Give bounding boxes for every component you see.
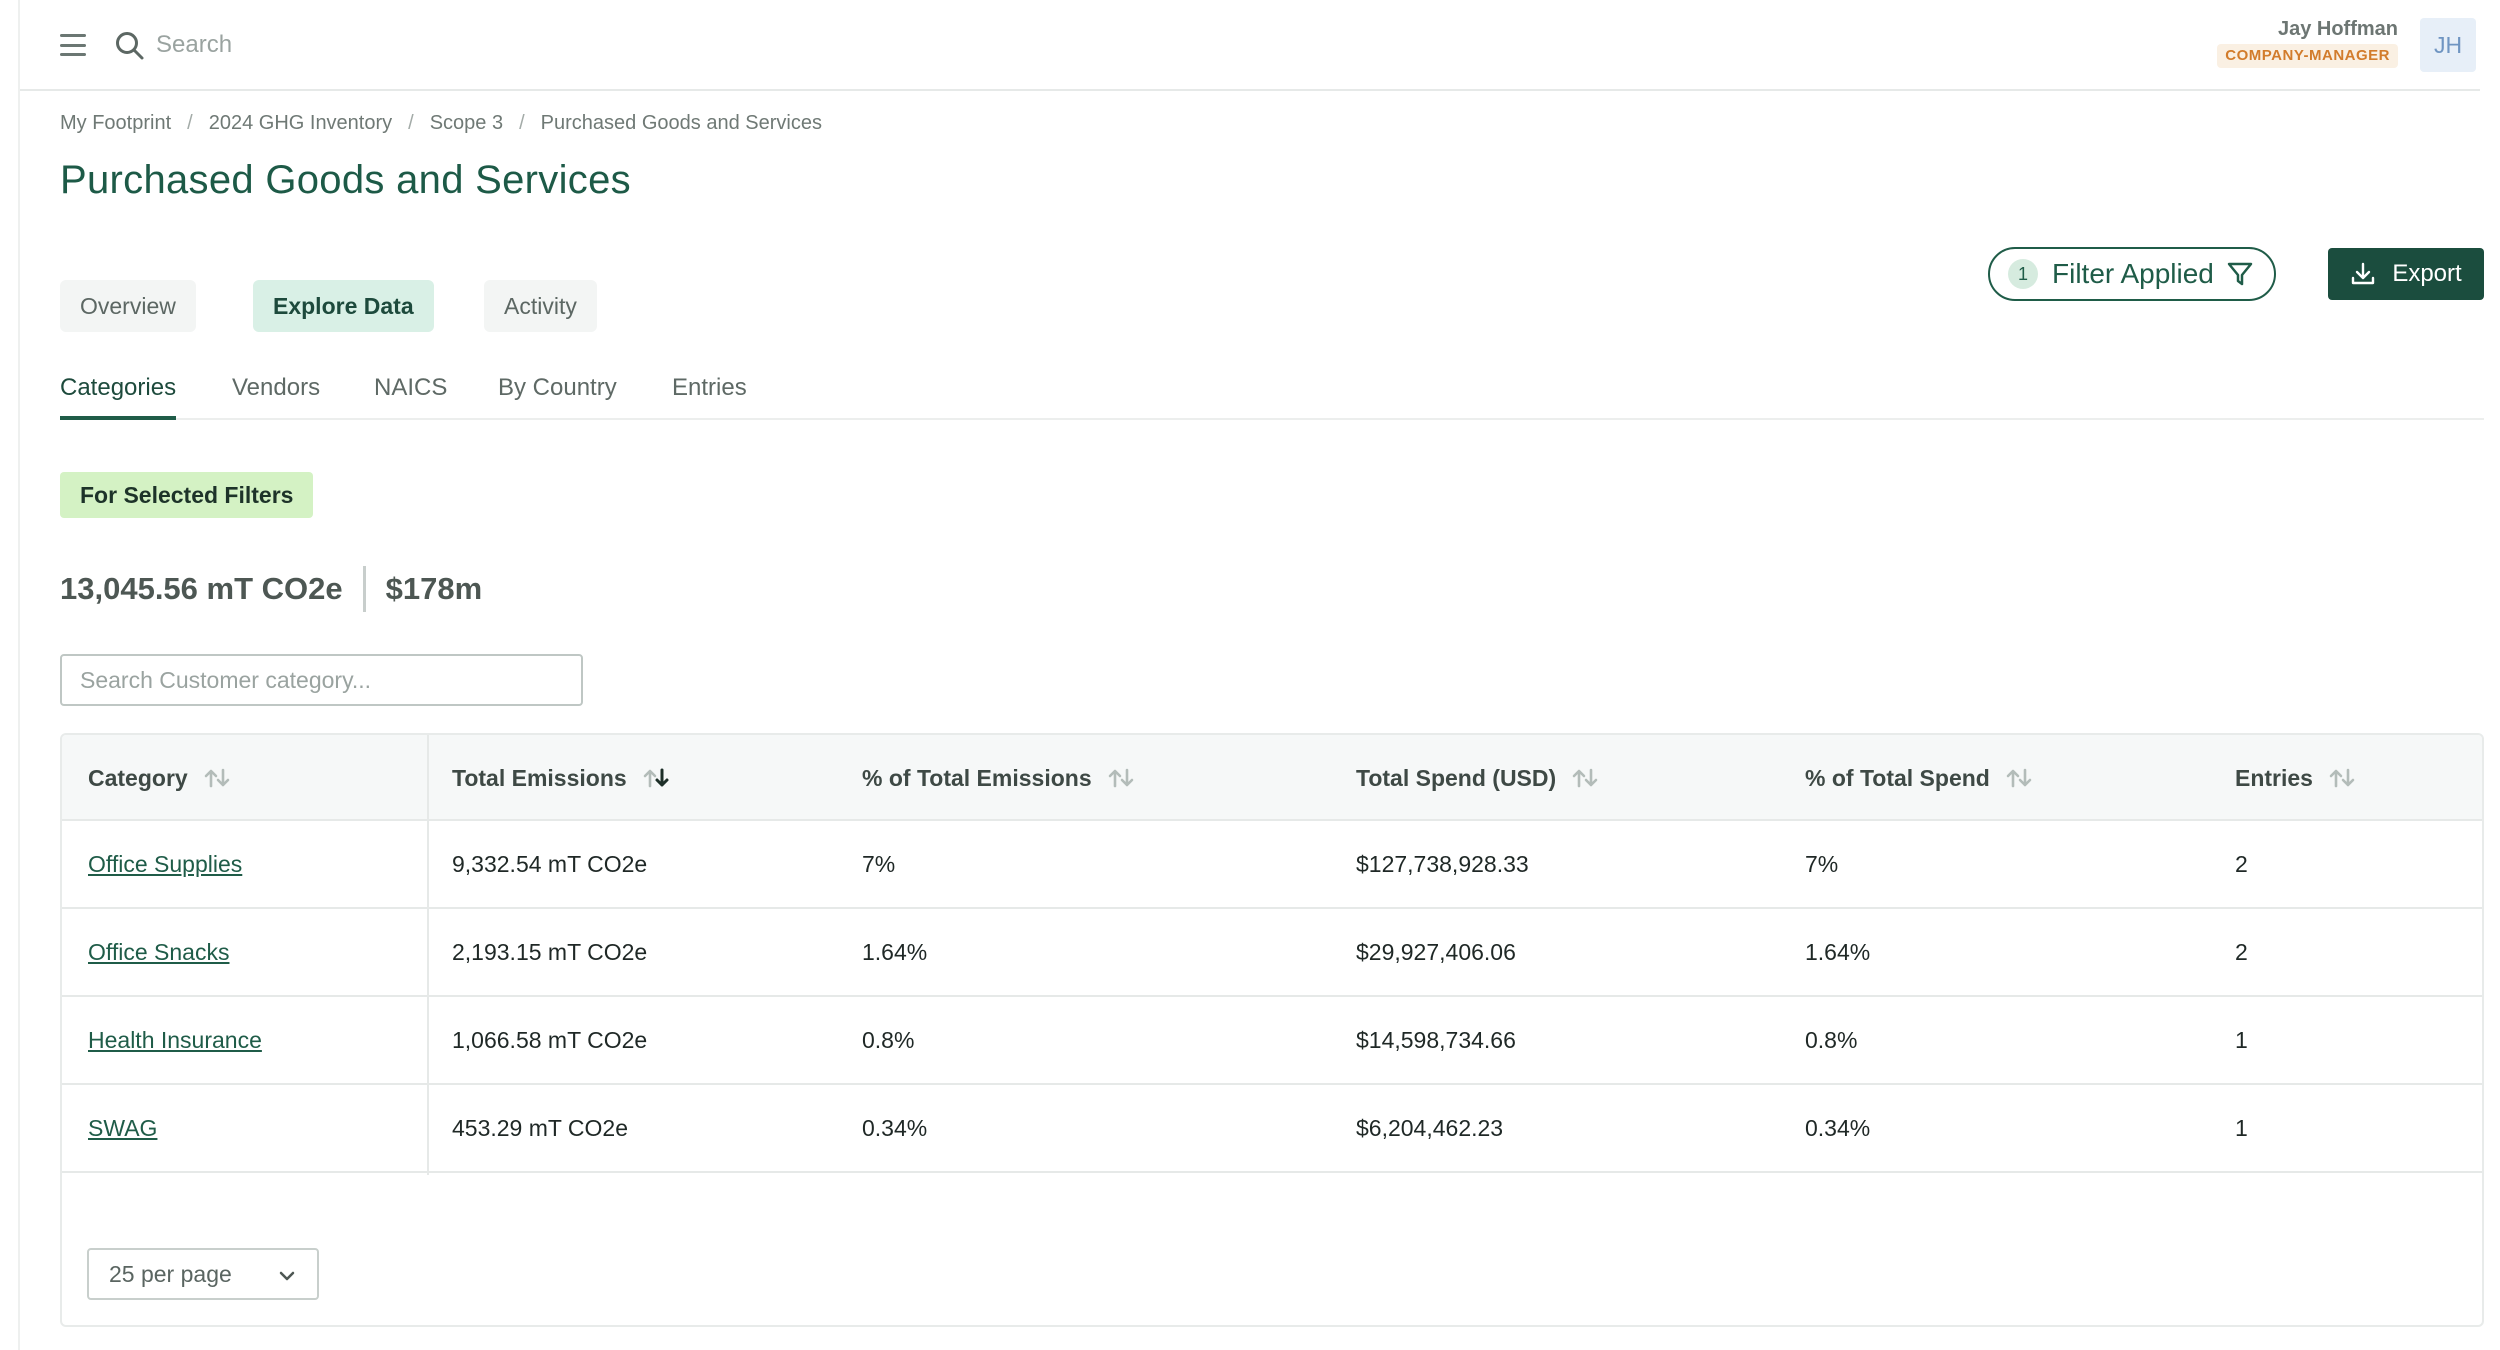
subtab-naics[interactable]: NAICS bbox=[374, 370, 447, 420]
per-page-value: 25 per page bbox=[109, 1260, 232, 1287]
pct-spend-cell: 7% bbox=[1805, 850, 1839, 877]
column-label: Category bbox=[88, 764, 188, 791]
entries-cell: 2 bbox=[2235, 850, 2248, 877]
pct-spend-cell: 0.8% bbox=[1805, 1026, 1858, 1053]
pct-emissions-cell: 0.8% bbox=[862, 1026, 915, 1053]
subtab-entries[interactable]: Entries bbox=[672, 370, 747, 420]
column-header-pct-emissions[interactable]: % of Total Emissions bbox=[862, 735, 1136, 821]
hamburger-icon[interactable] bbox=[60, 34, 86, 56]
user-info[interactable]: Jay Hoffman COMPANY-MANAGER bbox=[2217, 16, 2398, 68]
breadcrumb: My Footprint / 2024 GHG Inventory / Scop… bbox=[60, 112, 822, 135]
export-label: Export bbox=[2392, 260, 2462, 287]
sort-descending-icon[interactable] bbox=[641, 767, 671, 789]
column-header-total-emissions[interactable]: Total Emissions bbox=[452, 735, 671, 821]
pct-spend-cell: 1.64% bbox=[1805, 938, 1871, 965]
category-search-input[interactable] bbox=[60, 654, 583, 706]
total-emissions-cell: 1,066.58 mT CO2e bbox=[452, 1026, 648, 1053]
total-emissions-cell: 9,332.54 mT CO2e bbox=[452, 850, 648, 877]
top-bar: Search Jay Hoffman COMPANY-MANAGER JH bbox=[20, 0, 2480, 91]
pct-emissions-cell: 7% bbox=[862, 850, 896, 877]
summary-divider bbox=[362, 566, 366, 612]
tab-activity[interactable]: Activity bbox=[484, 280, 597, 332]
sub-tab-bar: Categories Vendors NAICS By Country Entr… bbox=[60, 370, 2484, 420]
table-row: SWAG 453.29 mT CO2e 0.34% $6,204,462.23 … bbox=[62, 1085, 2482, 1173]
total-spend-cell: $6,204,462.23 bbox=[1356, 1114, 1504, 1141]
download-icon bbox=[2352, 262, 2375, 285]
total-spend-cell: $14,598,734.66 bbox=[1356, 1026, 1516, 1053]
column-label: % of Total Emissions bbox=[862, 764, 1092, 791]
pct-spend-cell: 0.34% bbox=[1805, 1114, 1871, 1141]
global-search-input[interactable]: Search bbox=[156, 29, 232, 61]
breadcrumb-item-ghg-inventory[interactable]: 2024 GHG Inventory bbox=[209, 112, 392, 135]
tab-explore-data[interactable]: Explore Data bbox=[253, 280, 434, 332]
column-label: Total Spend (USD) bbox=[1356, 764, 1557, 791]
table-row: Office Supplies 9,332.54 mT CO2e 7% $127… bbox=[62, 821, 2482, 909]
column-header-entries[interactable]: Entries bbox=[2235, 735, 2357, 821]
table-header: Category Total Emissions % of Total Emis… bbox=[62, 735, 2482, 821]
table-row: Health Insurance 1,066.58 mT CO2e 0.8% $… bbox=[62, 997, 2482, 1085]
categories-table: Category Total Emissions % of Total Emis… bbox=[60, 733, 2484, 1327]
entries-cell: 1 bbox=[2235, 1114, 2248, 1141]
selected-filters-badge: For Selected Filters bbox=[60, 472, 314, 518]
sidebar-edge bbox=[18, 0, 20, 1350]
table-row: Office Snacks 2,193.15 mT CO2e 1.64% $29… bbox=[62, 909, 2482, 997]
category-link[interactable]: Office Snacks bbox=[88, 909, 229, 995]
category-link[interactable]: Office Supplies bbox=[88, 821, 242, 907]
column-label: Entries bbox=[2235, 764, 2313, 791]
page-title: Purchased Goods and Services bbox=[60, 158, 631, 202]
sort-arrows-icon[interactable] bbox=[202, 767, 232, 789]
breadcrumb-separator: / bbox=[187, 112, 193, 134]
summary-totals: 13,045.56 mT CO2e $178m bbox=[60, 566, 482, 612]
total-spend-cell: $29,927,406.06 bbox=[1356, 938, 1516, 965]
total-emissions-value: 13,045.56 mT CO2e bbox=[60, 571, 343, 606]
chevron-down-icon bbox=[279, 1271, 295, 1281]
column-label: Total Emissions bbox=[452, 764, 627, 791]
breadcrumb-item-scope-3[interactable]: Scope 3 bbox=[430, 112, 503, 135]
per-page-select[interactable]: 25 per page bbox=[87, 1248, 319, 1300]
subtab-by-country[interactable]: By Country bbox=[498, 370, 617, 420]
column-header-category[interactable]: Category bbox=[88, 735, 232, 821]
total-spend-value: $178m bbox=[385, 571, 483, 606]
pct-emissions-cell: 1.64% bbox=[862, 938, 928, 965]
column-label: % of Total Spend bbox=[1805, 764, 1990, 791]
search-icon[interactable] bbox=[112, 28, 148, 64]
avatar[interactable]: JH bbox=[2420, 18, 2476, 72]
category-link[interactable]: SWAG bbox=[88, 1085, 157, 1171]
sort-arrows-icon[interactable] bbox=[2327, 767, 2357, 789]
entries-cell: 1 bbox=[2235, 1026, 2248, 1053]
sort-arrows-icon[interactable] bbox=[2004, 767, 2034, 789]
entries-cell: 2 bbox=[2235, 938, 2248, 965]
pct-emissions-cell: 0.34% bbox=[862, 1114, 928, 1141]
subtab-categories[interactable]: Categories bbox=[60, 370, 177, 420]
subtab-vendors[interactable]: Vendors bbox=[232, 370, 320, 420]
filter-count-badge: 1 bbox=[2008, 259, 2038, 289]
user-name: Jay Hoffman bbox=[2277, 18, 2398, 40]
column-header-total-spend[interactable]: Total Spend (USD) bbox=[1356, 735, 1600, 821]
tab-overview[interactable]: Overview bbox=[60, 280, 196, 332]
column-header-pct-spend[interactable]: % of Total Spend bbox=[1805, 735, 2034, 821]
breadcrumb-separator: / bbox=[408, 112, 414, 134]
total-emissions-cell: 453.29 mT CO2e bbox=[452, 1114, 629, 1141]
breadcrumb-item-current: Purchased Goods and Services bbox=[540, 112, 822, 134]
total-spend-cell: $127,738,928.33 bbox=[1356, 850, 1529, 877]
funnel-icon bbox=[2227, 262, 2253, 286]
category-link[interactable]: Health Insurance bbox=[88, 997, 262, 1083]
filter-label: Filter Applied bbox=[2052, 258, 2214, 289]
filter-applied-button[interactable]: 1 Filter Applied bbox=[1988, 247, 2276, 301]
breadcrumb-item-my-footprint[interactable]: My Footprint bbox=[60, 112, 171, 135]
sort-arrows-icon[interactable] bbox=[1106, 767, 1136, 789]
export-button[interactable]: Export bbox=[2328, 248, 2484, 300]
breadcrumb-separator: / bbox=[519, 112, 525, 134]
sort-arrows-icon[interactable] bbox=[1570, 767, 1600, 789]
user-role-badge: COMPANY-MANAGER bbox=[2217, 44, 2398, 68]
total-emissions-cell: 2,193.15 mT CO2e bbox=[452, 938, 648, 965]
